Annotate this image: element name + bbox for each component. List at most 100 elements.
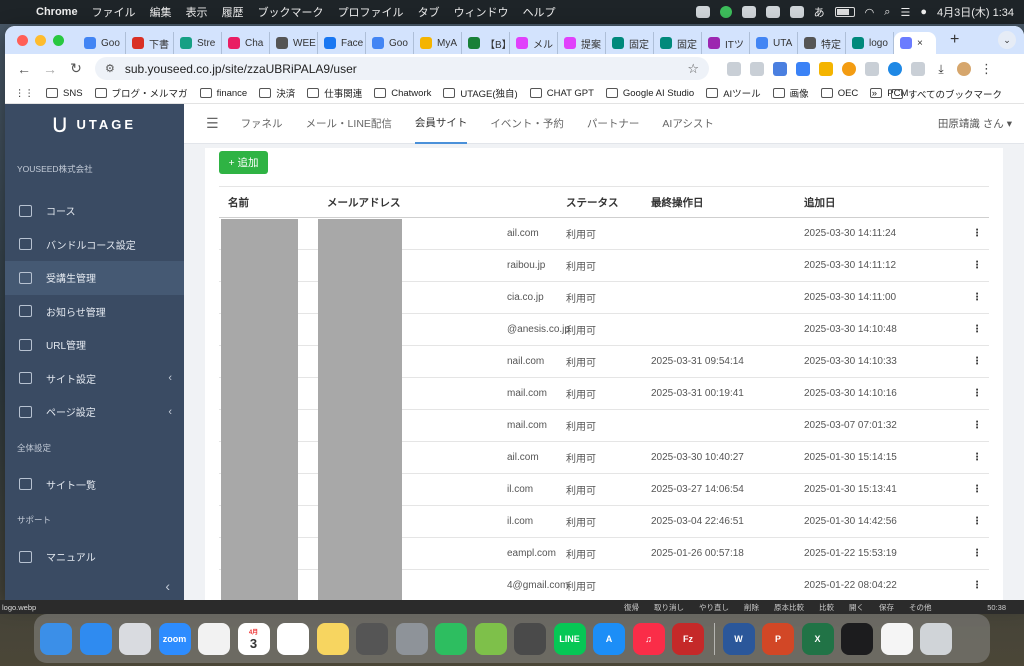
bookmark-item[interactable]: UTAGE(独自)	[443, 86, 518, 100]
browser-tab[interactable]: Goo	[78, 32, 126, 54]
browser-tab[interactable]: 下書	[126, 32, 174, 54]
extension-icon[interactable]	[750, 61, 764, 76]
mac-menu-item[interactable]: タブ	[418, 4, 440, 20]
all-bookmarks-folder[interactable]: すべてのブックマーク	[891, 87, 1002, 101]
bookmark-item[interactable]: SNS	[46, 86, 83, 100]
status-icon[interactable]	[695, 6, 710, 18]
browser-tab[interactable]: MyA	[414, 32, 462, 54]
row-menu-icon[interactable]: ⋮	[966, 484, 988, 495]
bookmark-item[interactable]: Google AI Studio	[605, 86, 694, 100]
finder-icon[interactable]	[40, 622, 72, 655]
mac-menu-item[interactable]: ヘルプ	[523, 4, 556, 20]
row-menu-icon[interactable]: ⋮	[966, 420, 988, 431]
browser-tab[interactable]: Cha	[222, 32, 270, 54]
mac-menu-item[interactable]: ブックマーク	[258, 4, 324, 20]
avatar[interactable]	[957, 61, 971, 76]
hamburger-icon[interactable]: ☰	[206, 115, 219, 132]
browser-tab[interactable]: UTA	[750, 32, 798, 54]
brand-logo[interactable]: ⋃ UTAGE	[5, 104, 184, 144]
quicktime-icon[interactable]	[356, 622, 388, 655]
add-user-button[interactable]: + 追加	[219, 151, 268, 174]
bookmarks-more-icon[interactable]: »	[872, 88, 877, 99]
mac-menu-item[interactable]: プロファイル	[338, 4, 404, 20]
extension-icon[interactable]	[842, 61, 856, 76]
evernote-icon[interactable]	[435, 622, 467, 655]
chrome-icon[interactable]	[277, 622, 309, 655]
wifi-icon[interactable]: ◠	[865, 6, 875, 19]
bookmark-item[interactable]: 画像	[772, 86, 809, 100]
row-menu-icon[interactable]: ⋮	[966, 388, 988, 399]
bookmark-item[interactable]: OEC	[820, 86, 858, 100]
safari-icon[interactable]	[79, 622, 112, 655]
top-nav-item[interactable]: AIアシスト	[662, 104, 714, 144]
row-menu-icon[interactable]: ⋮	[966, 260, 988, 271]
apps-grid-icon[interactable]: ⋮⋮	[15, 88, 34, 99]
sidebar-item[interactable]: サイト一覧	[5, 468, 184, 502]
mac-menu-item[interactable]: ファイル	[92, 4, 136, 20]
sync-status-icon[interactable]	[765, 6, 780, 18]
row-menu-icon[interactable]: ⋮	[966, 548, 988, 559]
browser-tab[interactable]: Face	[318, 32, 366, 54]
trash-icon[interactable]	[920, 622, 952, 655]
browser-tab[interactable]: WEE	[270, 32, 318, 54]
spotlight-icon[interactable]: ⌕	[884, 6, 890, 19]
extension-icon[interactable]	[865, 61, 879, 76]
browser-tab[interactable]: logo	[846, 32, 894, 54]
extension-icon[interactable]	[796, 61, 810, 76]
browser-tab[interactable]: 固定	[606, 32, 654, 54]
browser-tab[interactable]: ITツ	[702, 32, 750, 54]
sidebar-item[interactable]: URL管理	[5, 328, 184, 362]
edge-icon[interactable]	[888, 61, 902, 76]
battery-icon[interactable]	[834, 7, 855, 17]
top-nav-item[interactable]: パートナー	[587, 104, 640, 144]
close-tab-icon[interactable]: ×	[917, 38, 923, 49]
close-window-button[interactable]	[17, 34, 28, 46]
bookmark-item[interactable]: 決済	[259, 86, 295, 100]
browser-tab[interactable]: Goo	[366, 32, 414, 54]
user-menu[interactable]: 田原靖識 さん ▾	[938, 116, 1012, 131]
powerpoint-icon[interactable]: P	[762, 622, 794, 655]
settings-icon[interactable]	[395, 622, 428, 655]
top-nav-item[interactable]: メール・LINE配信	[306, 104, 392, 144]
top-nav-item[interactable]: ファネル	[241, 104, 283, 144]
tab-search-icon[interactable]: ⌄	[998, 31, 1016, 49]
puzzle-icon[interactable]	[911, 61, 925, 76]
line-status-icon[interactable]	[719, 6, 732, 18]
appstore-icon[interactable]: A	[593, 622, 625, 655]
sidebar-item[interactable]: ページ設定 ‹	[5, 395, 184, 429]
download-icon[interactable]: ⤓	[934, 62, 948, 76]
top-nav-item[interactable]: イベント・予約	[490, 104, 564, 144]
site-info-icon[interactable]: ⚙	[105, 62, 115, 75]
zoom-window-button[interactable]	[53, 34, 64, 46]
sidebar-item[interactable]: サイト設定 ‹	[5, 362, 184, 396]
minimize-window-button[interactable]	[35, 34, 46, 46]
collapse-sidebar-icon[interactable]: ‹	[165, 578, 170, 594]
extension-status-icon[interactable]	[741, 6, 756, 18]
tab-active[interactable]: ×	[894, 32, 936, 54]
photos-icon[interactable]	[198, 622, 230, 655]
music-icon[interactable]: ♫	[632, 622, 665, 655]
top-nav-item[interactable]: 会員サイト	[414, 104, 468, 144]
browser-tab[interactable]: メル	[510, 32, 558, 54]
control-center-icon[interactable]: ☰	[900, 6, 910, 19]
bookmark-item[interactable]: 仕事関連	[307, 86, 362, 100]
row-menu-icon[interactable]: ⋮	[966, 324, 988, 335]
dropbox-icon[interactable]	[789, 6, 804, 18]
notes-icon[interactable]	[316, 622, 349, 655]
back-icon[interactable]: ←	[11, 61, 37, 77]
mac-menu-item[interactable]: 編集	[150, 4, 172, 20]
row-menu-icon[interactable]: ⋮	[966, 356, 988, 367]
app-menu[interactable]: Chrome	[36, 6, 78, 18]
row-menu-icon[interactable]: ⋮	[966, 228, 988, 239]
sidebar-item[interactable]: バンドルコース設定	[5, 228, 184, 262]
mac-menu-item[interactable]: ウィンドウ	[454, 4, 509, 20]
browser-tab[interactable]: Stre	[174, 32, 222, 54]
browser-tab[interactable]: 固定	[654, 32, 702, 54]
filezilla-icon[interactable]: Fz	[672, 622, 704, 655]
row-menu-icon[interactable]: ⋮	[966, 292, 988, 303]
bookmark-star-icon[interactable]: ☆	[687, 61, 699, 77]
word-icon[interactable]: W	[722, 622, 755, 655]
more-icon[interactable]: ⋮	[980, 61, 993, 77]
url-text[interactable]: sub.youseed.co.jp/site/zzaUBRiPALA9/user	[125, 62, 687, 76]
ime-indicator[interactable]: あ	[814, 4, 825, 20]
